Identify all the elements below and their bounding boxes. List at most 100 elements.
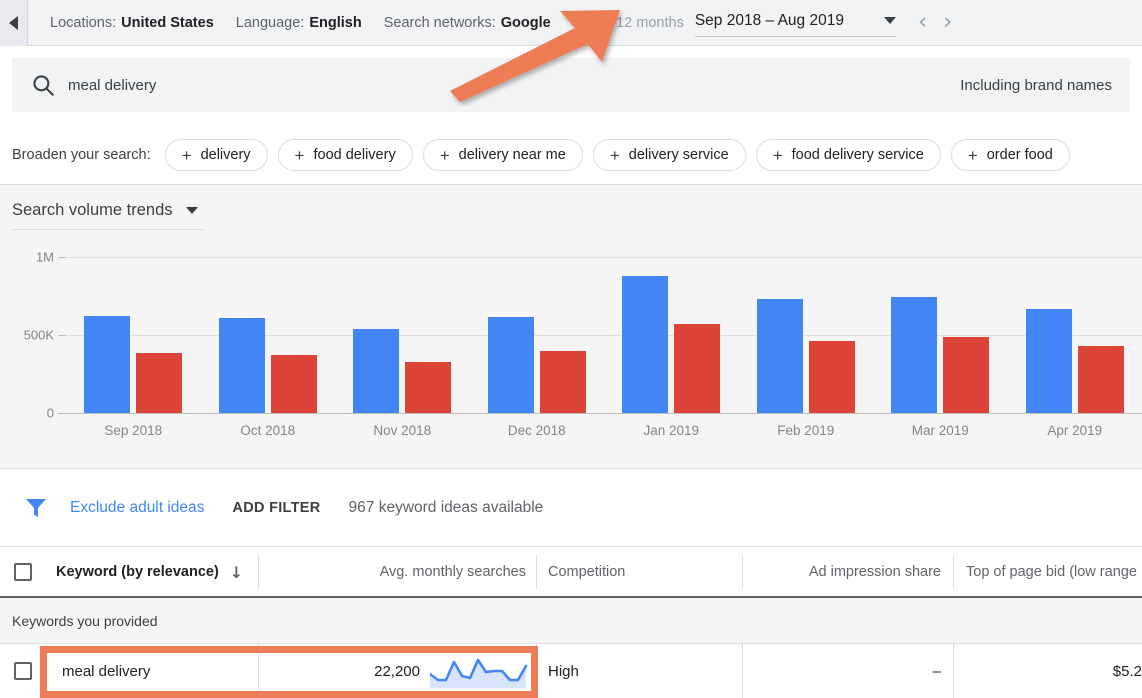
cell-avg-monthly-searches: 22,200: [280, 644, 420, 698]
chart-bar-desktop-oct-2018[interactable]: [271, 355, 317, 413]
broaden-chip-delivery[interactable]: + delivery: [165, 139, 268, 171]
chevron-left-icon[interactable]: ‹: [918, 11, 927, 34]
chart-bar-mobile-mar-2019[interactable]: [891, 297, 937, 413]
table-row[interactable]: meal delivery 22,200 High – $5.2: [0, 644, 1142, 698]
locations-filter-value: United States: [121, 15, 214, 31]
bar-chart: 0500K1MSep 2018Oct 2018Nov 2018Dec 2018J…: [0, 245, 1142, 445]
column-header-ad-impression-share-label: Ad impression share: [809, 564, 941, 580]
language-filter-value: English: [309, 15, 361, 31]
chart-gridline: [66, 413, 1142, 414]
sort-descending-icon[interactable]: ↓: [230, 563, 243, 582]
column-divider: [258, 555, 259, 589]
column-header-ad-impression-share[interactable]: Ad impression share: [760, 547, 941, 597]
keyword-search-bar[interactable]: meal delivery Including brand names: [12, 58, 1130, 112]
chart-x-axis-label: Sep 2018: [104, 423, 162, 438]
chevron-right-icon[interactable]: ›: [943, 11, 952, 34]
search-input[interactable]: meal delivery: [68, 77, 960, 94]
chart-x-axis-label: Feb 2019: [777, 423, 834, 438]
column-header-competition[interactable]: Competition: [548, 547, 625, 597]
select-all-checkbox-cell: [14, 547, 32, 597]
chart-x-axis-label: Dec 2018: [508, 423, 566, 438]
chart-bar-desktop-jan-2019[interactable]: [674, 324, 720, 413]
chart-bar-mobile-nov-2018[interactable]: [353, 329, 399, 413]
broaden-chip-food-delivery-service[interactable]: + food delivery service: [756, 139, 941, 171]
exclude-adult-ideas-link[interactable]: Exclude adult ideas: [70, 499, 204, 517]
add-filter-button[interactable]: ADD FILTER: [232, 500, 320, 516]
cell-top-of-page-bid-low-text: $5.2: [1113, 663, 1142, 680]
cell-ad-impression-share-text: –: [933, 663, 941, 680]
chart-bar-desktop-nov-2018[interactable]: [405, 362, 451, 413]
chart-bar-mobile-sep-2018[interactable]: [84, 316, 130, 413]
chart-bar-mobile-dec-2018[interactable]: [488, 317, 534, 413]
locations-filter-label: Locations:: [50, 15, 116, 31]
row-checkbox-cell: [14, 644, 32, 698]
chart-title: Search volume trends: [12, 201, 173, 220]
keyword-ideas-count: 967 keyword ideas available: [349, 499, 544, 517]
chart-bar-mobile-feb-2019[interactable]: [757, 299, 803, 413]
chart-bar-desktop-apr-2019[interactable]: [1078, 346, 1124, 413]
plus-icon: +: [440, 147, 450, 164]
language-filter[interactable]: Language: English: [236, 15, 362, 31]
chart-y-axis-label: 0: [0, 406, 54, 421]
chart-tick: [58, 335, 66, 336]
date-range-select[interactable]: Sep 2018 – Aug 2019: [695, 9, 896, 37]
date-range-area: Last 12 months Sep 2018 – Aug 2019 ‹ ›: [585, 9, 953, 37]
column-divider: [536, 555, 537, 589]
chart-y-axis-label: 1M: [0, 250, 54, 265]
chart-tick: [58, 257, 66, 258]
chart-bar-desktop-dec-2018[interactable]: [540, 351, 586, 413]
table-group-header-label: Keywords you provided: [12, 613, 158, 629]
cell-keyword: meal delivery: [62, 644, 150, 698]
chart-x-axis-label: Oct 2018: [240, 423, 295, 438]
chart-x-axis-label: Nov 2018: [373, 423, 431, 438]
row-checkbox[interactable]: [14, 662, 32, 680]
broaden-chip-delivery-near-me[interactable]: + delivery near me: [423, 139, 583, 171]
broaden-chip-label: delivery near me: [459, 147, 566, 163]
filter-funnel-icon[interactable]: [24, 497, 48, 519]
date-range-prefix: Last 12 months: [585, 15, 684, 31]
chart-bar-mobile-jan-2019[interactable]: [622, 276, 668, 413]
cell-competition: High: [548, 644, 579, 698]
caret-down-icon: [186, 207, 198, 214]
cell-competition-text: High: [548, 663, 579, 680]
select-all-checkbox[interactable]: [14, 563, 32, 581]
chart-bar-mobile-apr-2019[interactable]: [1026, 309, 1072, 413]
search-networks-filter-value: Google: [501, 15, 551, 31]
broaden-search-label: Broaden your search:: [12, 147, 151, 163]
table-header-row: Keyword (by relevance) ↓ Avg. monthly se…: [0, 546, 1142, 598]
search-volume-trends-panel: Search volume trends 0500K1MSep 2018Oct …: [0, 185, 1142, 468]
chart-x-axis-label: Mar 2019: [912, 423, 969, 438]
cell-sparkline: [430, 644, 530, 698]
chart-bar-desktop-feb-2019[interactable]: [809, 341, 855, 413]
keyword-ideas-table: Keyword (by relevance) ↓ Avg. monthly se…: [0, 546, 1142, 698]
broaden-chip-label: delivery: [201, 147, 251, 163]
column-divider: [953, 555, 954, 589]
column-header-top-of-page-bid-low[interactable]: Top of page bid (low range: [966, 547, 1137, 597]
column-header-avg-monthly-searches[interactable]: Avg. monthly searches: [280, 547, 526, 597]
chart-bar-desktop-sep-2018[interactable]: [136, 353, 182, 413]
broaden-chip-food-delivery[interactable]: + food delivery: [278, 139, 413, 171]
triangle-left-icon: [9, 16, 18, 30]
cell-top-of-page-bid-low: $5.2: [966, 644, 1142, 698]
column-divider: [953, 644, 954, 698]
chart-bar-mobile-oct-2018[interactable]: [219, 318, 265, 413]
chart-title-dropdown[interactable]: Search volume trends: [12, 201, 204, 230]
broaden-chip-delivery-service[interactable]: + delivery service: [593, 139, 746, 171]
plus-icon: +: [968, 147, 978, 164]
locations-filter[interactable]: Locations: United States: [50, 15, 214, 31]
including-brand-names-label: Including brand names: [960, 77, 1112, 94]
chart-x-axis-label: Jan 2019: [643, 423, 699, 438]
chart-x-axis-label: Apr 2019: [1047, 423, 1102, 438]
broaden-chip-order-food[interactable]: + order food: [951, 139, 1070, 171]
broaden-search-row: Broaden your search: + delivery + food d…: [0, 130, 1142, 180]
top-filter-bar: Locations: United States Language: Engli…: [0, 0, 1142, 46]
chart-bar-desktop-mar-2019[interactable]: [943, 337, 989, 413]
table-group-header: Keywords you provided: [0, 598, 1142, 644]
date-range-value: Sep 2018 – Aug 2019: [695, 12, 844, 30]
collapse-panel-button[interactable]: [0, 0, 28, 46]
broaden-chip-label: order food: [987, 147, 1053, 163]
search-icon: [30, 72, 56, 98]
column-header-keyword[interactable]: Keyword (by relevance) ↓: [56, 547, 243, 597]
column-divider: [536, 644, 537, 698]
search-networks-filter[interactable]: Search networks: Google: [384, 15, 551, 31]
